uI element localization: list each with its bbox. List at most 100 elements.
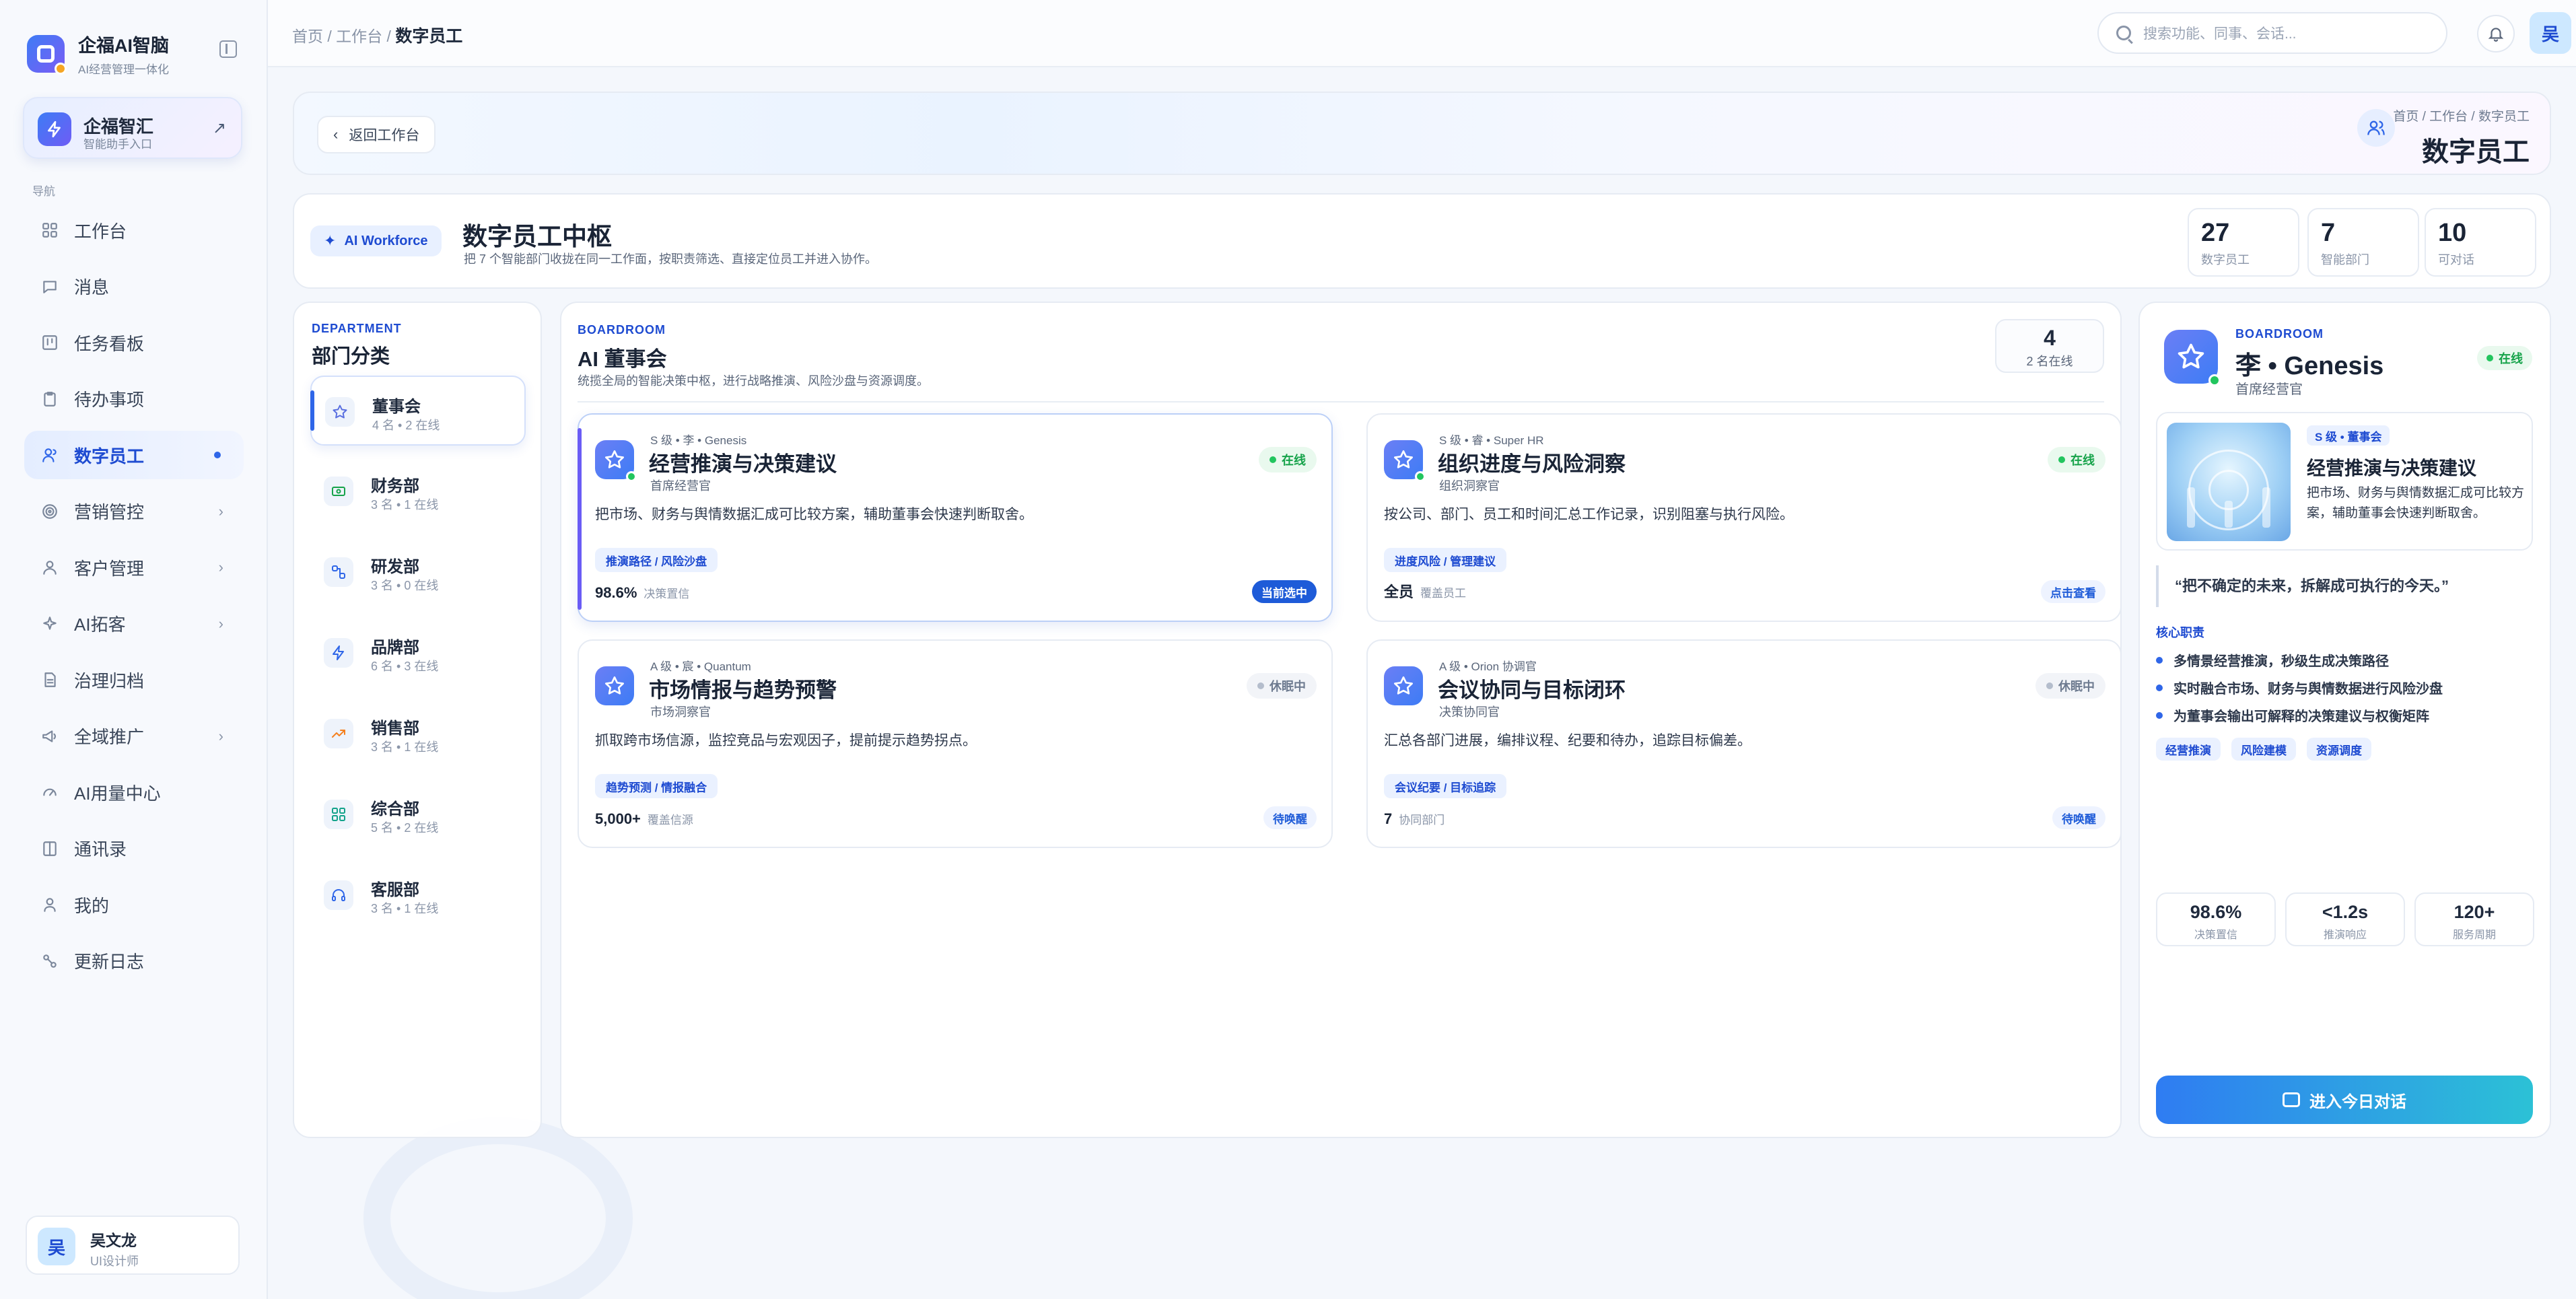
changelog-icon: [40, 952, 59, 971]
card-action-button[interactable]: 待唤醒: [1263, 806, 1317, 829]
breadcrumb-prefix[interactable]: 首页 / 工作台 /: [292, 28, 395, 45]
sidebar-item-2[interactable]: 任务看板: [24, 318, 244, 367]
back-button[interactable]: ‹ 返回工作台: [317, 116, 436, 153]
avatar: 吴: [38, 1228, 75, 1265]
page-title: 数字员工: [2422, 137, 2530, 167]
metric-value: 全员: [1384, 584, 1414, 600]
status-dot-icon: [1269, 456, 1276, 463]
status-label: 在线: [1282, 454, 1306, 467]
detail-tag: BOARDROOM: [2235, 327, 2324, 341]
brand-title: 企福AI智脑: [78, 36, 169, 56]
person-icon: [40, 558, 59, 577]
online-indicator: [2208, 374, 2221, 386]
chevron-right-icon: ›: [218, 559, 223, 575]
stat-confidence: 98.6% 决策置信: [2156, 892, 2276, 946]
card-action-button[interactable]: 当前选中: [1252, 580, 1317, 603]
department-meta: 3 名 • 0 在线: [371, 579, 439, 592]
bell-icon[interactable]: [2477, 15, 2515, 52]
department-item[interactable]: 销售部 3 名 • 1 在线: [310, 699, 526, 769]
sidebar-item-9[interactable]: 全域推广 ›: [24, 712, 244, 761]
capability-tag: 进度风险 / 管理建议: [1384, 548, 1507, 572]
employee-role: 市场洞察官: [650, 705, 711, 719]
employee-card[interactable]: A 级 • Orion 协调官 会议协同与目标闭环 决策协同官 休眠中 汇总各部门进展，…: [1366, 639, 2122, 848]
sidebar-item-13[interactable]: 更新日志: [24, 937, 244, 985]
employee-card[interactable]: A 级 • 宸 • Quantum 市场情报与趋势预警 市场洞察官 休眠中 抓取跨市场信…: [578, 639, 1333, 848]
sidebar-item-0[interactable]: 工作台: [24, 206, 244, 254]
chat-icon: [2283, 1092, 2300, 1107]
department-item[interactable]: 财务部 3 名 • 1 在线: [310, 456, 526, 526]
status-dot-icon: [1257, 682, 1264, 689]
bolt-icon: [324, 638, 353, 668]
department-item[interactable]: 客服部 3 名 • 1 在线: [310, 860, 526, 930]
department-name: 销售部: [371, 719, 419, 738]
status-label: 在线: [2499, 352, 2523, 365]
department-item[interactable]: 董事会 4 名 • 2 在线: [310, 376, 526, 446]
sidebar-item-label: 待办事项: [74, 390, 145, 410]
department-name: 客服部: [371, 881, 419, 899]
card-action-button[interactable]: 待唤醒: [2052, 806, 2105, 829]
capability-tag: 趋势预测 / 情报融合: [595, 774, 718, 798]
divider: [578, 401, 2104, 402]
sidebar-item-8[interactable]: 治理归档: [24, 656, 244, 704]
sidebar-item-11[interactable]: 通讯录: [24, 824, 244, 873]
employee-name: 李 • Genesis: [2235, 352, 2384, 380]
duty-text: 实时融合市场、财务与舆情数据进行风险沙盘: [2173, 682, 2443, 697]
brand[interactable]: 企福AI智脑 AI经营管理一体化: [27, 31, 169, 77]
employee-title: 会议协同与目标闭环: [1438, 678, 1626, 702]
department-meta: 4 名 • 2 在线: [372, 419, 440, 432]
sidebar-item-label: 数字员工: [74, 446, 145, 466]
nav-heading: 导航: [32, 185, 55, 198]
avatar[interactable]: 吴: [2530, 12, 2571, 54]
user-name: 吴文龙: [90, 1232, 137, 1249]
employee-role: 首席经营官: [650, 479, 711, 493]
sidebar-item-12[interactable]: 我的: [24, 880, 244, 929]
user-profile-card[interactable]: 吴 吴文龙 UI设计师: [26, 1216, 240, 1275]
skill-tag: 资源调度: [2307, 738, 2371, 761]
employee-description: 把市场、财务与舆情数据汇成可比较方案，辅助董事会快速判断取舍。: [595, 507, 1033, 522]
sparkle-icon: [40, 615, 59, 633]
duty-item: 为董事会输出可解释的决策建议与权衡矩阵: [2156, 701, 2443, 729]
money-icon: [324, 477, 353, 506]
summary-description: 把市场、财务与舆情数据汇成可比较方案，辅助董事会快速判断取舍。: [2307, 486, 2525, 520]
status-dot-icon: [2046, 682, 2053, 689]
employee-card[interactable]: S 级 • 李 • Genesis 经营推演与决策建议 首席经营官 在线 把市场、财务与…: [578, 413, 1333, 622]
employee-tier: S 级 • 李 • Genesis: [650, 434, 747, 447]
sidebar-item-label: 客户管理: [74, 558, 145, 579]
capability-tag: 推演路径 / 风险沙盘: [595, 548, 718, 572]
status-badge: 在线: [1259, 447, 1317, 472]
duty-item: 实时融合市场、财务与舆情数据进行风险沙盘: [2156, 674, 2443, 701]
sidebar-collapse-icon[interactable]: [219, 40, 237, 58]
employee-card[interactable]: S 级 • 睿 • Super HR 组织进度与风险洞察 组织洞察官 在线 按公司、部门…: [1366, 413, 2122, 622]
employee-description: 汇总各部门进展，编排议程、纪要和待办，追踪目标偏差。: [1384, 733, 1751, 748]
card-action-button[interactable]: 点击查看: [2041, 580, 2105, 603]
sidebar-item-7[interactable]: AI拓客 ›: [24, 600, 244, 648]
megaphone-icon: [40, 727, 59, 746]
search-input[interactable]: 搜索功能、同事、会话...: [2097, 12, 2447, 54]
user-group-icon: [2357, 109, 2395, 147]
sidebar-item-6[interactable]: 客户管理 ›: [24, 543, 244, 592]
topbar: 首页 / 工作台 / 数字员工 搜索功能、同事、会话... 吴: [268, 0, 2576, 67]
sidebar-item-label: 更新日志: [74, 952, 145, 972]
start-chat-button[interactable]: 进入今日对话: [2156, 1076, 2533, 1124]
department-item[interactable]: 综合部 5 名 • 2 在线: [310, 779, 526, 849]
user-role: UI设计师: [90, 1255, 139, 1268]
sidebar-item-4[interactable]: 数字员工: [24, 431, 244, 479]
employee-role: 组织洞察官: [1439, 479, 1500, 493]
sidebar-item-1[interactable]: 消息: [24, 262, 244, 311]
assistant-entry-card[interactable]: 企福智汇 智能助手入口 ↗: [23, 97, 242, 159]
member-count: 4: [2044, 326, 2056, 350]
sidebar-item-3[interactable]: 待办事项: [24, 375, 244, 423]
employee-metric: 5,000+ 覆盖信源: [595, 810, 693, 828]
department-meta: 3 名 • 1 在线: [371, 498, 439, 512]
department-item[interactable]: 品牌部 6 名 • 3 在线: [310, 618, 526, 688]
department-item[interactable]: 研发部 3 名 • 0 在线: [310, 537, 526, 607]
search-icon: [2116, 26, 2131, 40]
sidebar-item-5[interactable]: 营销管控 ›: [24, 487, 244, 536]
department-name: 财务部: [371, 477, 419, 495]
boardroom-title: AI 董事会: [578, 347, 667, 371]
department-name: 董事会: [372, 398, 421, 416]
employee-role: 决策协同官: [1439, 705, 1500, 719]
status-badge: 在线: [2048, 447, 2105, 472]
stat-label: 智能部门: [2321, 253, 2369, 267]
sidebar-item-10[interactable]: AI用量中心: [24, 768, 244, 816]
